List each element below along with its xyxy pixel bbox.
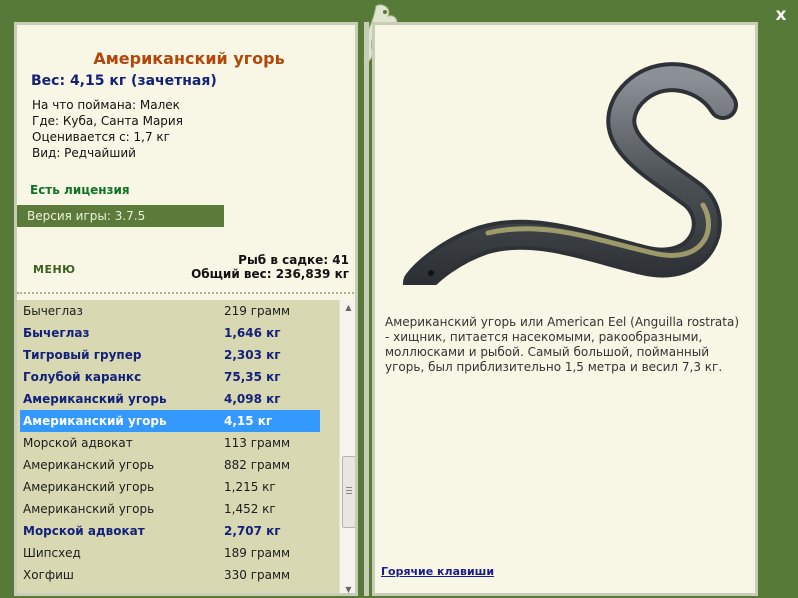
fish-name: Шипсхед (23, 546, 81, 560)
fish-count: Рыб в садке: 41 (238, 253, 349, 267)
list-item[interactable]: Американский угорь 1,452 кг (17, 498, 339, 520)
fish-rated-from: Оценивается с: 1,7 кг (32, 130, 170, 144)
dotted-divider (17, 292, 355, 294)
panel-divider (364, 22, 369, 596)
list-scrollbar[interactable]: ▲ ▼ (339, 300, 355, 593)
list-item[interactable]: Голубой каранкс 75,35 кг (17, 366, 339, 388)
fish-name: Бычеглаз (23, 326, 90, 340)
fish-description-panel: Американский угорь или American Eel (Ang… (372, 22, 758, 596)
fish-weight-value: 75,35 кг (224, 370, 281, 384)
fish-name: Тигровый групер (23, 348, 142, 362)
license-status: Есть лицензия (30, 183, 130, 197)
list-item[interactable]: Тигровый групер 2,303 кг (17, 344, 339, 366)
fish-name: Хогфиш (23, 568, 74, 582)
fish-location: Где: Куба, Санта Мария (32, 114, 183, 128)
fish-weight: Вес: 4,15 кг (зачетная) (31, 73, 217, 89)
hotkeys-link[interactable]: Горячие клавиши (381, 565, 494, 578)
total-weight: Общий вес: 236,839 кг (191, 267, 349, 281)
fish-name: Морской адвокат (23, 524, 145, 538)
catch-list[interactable]: Бычеглаз 219 грамм Бычеглаз 1,646 кг Тигро… (17, 300, 339, 593)
scroll-up-icon[interactable]: ▲ (340, 300, 355, 316)
fish-name: Американский угорь (23, 502, 155, 516)
list-item[interactable]: Бычеглаз 1,646 кг (17, 322, 339, 344)
fish-weight-value: 330 грамм (224, 568, 291, 582)
fish-info-panel: Американский угорь Вес: 4,15 кг (зачетна… (14, 22, 358, 596)
fish-description: Американский угорь или American Eel (Ang… (385, 315, 740, 374)
fish-weight-value: 219 грамм (224, 304, 291, 318)
close-button[interactable]: x (770, 5, 792, 25)
fish-details: На что поймана: Малек Где: Куба, Санта М… (32, 97, 183, 161)
list-item[interactable]: Шипсхед 189 грамм (17, 542, 339, 564)
menu-button[interactable]: МЕНЮ (33, 263, 76, 276)
scrollbar-thumb[interactable] (342, 456, 355, 528)
fish-weight-value: 4,15 кг (224, 414, 273, 428)
list-item[interactable]: Морской адвокат 113 грамм (17, 432, 339, 454)
fish-title: Американский угорь (93, 49, 285, 68)
list-item[interactable]: Американский угорь 4,098 кг (17, 388, 339, 410)
fish-weight-value: 882 грамм (224, 458, 291, 472)
fish-weight-value: 1,215 кг (224, 480, 276, 494)
fish-bait: На что поймана: Малек (32, 98, 180, 112)
list-item[interactable]: Хогфиш 330 грамм (17, 564, 339, 586)
list-item[interactable]: Морской адвокат 2,707 кг (17, 520, 339, 542)
eel-image (403, 62, 738, 285)
list-item[interactable]: Американский угорь 1,215 кг (17, 476, 339, 498)
fish-name: Американский угорь (23, 458, 155, 472)
fish-weight-value: 189 грамм (224, 546, 291, 560)
list-item-selected[interactable]: Американский угорь 4,15 кг (20, 410, 320, 432)
fish-name: Бычеглаз (23, 304, 83, 318)
fish-weight-value: 4,098 кг (224, 392, 281, 406)
fish-name: Голубой каранкс (23, 370, 142, 384)
fish-name: Американский угорь (23, 392, 167, 406)
scroll-down-icon[interactable]: ▼ (340, 582, 355, 593)
list-item[interactable]: Бычеглаз 219 грамм (17, 300, 339, 322)
fish-name: Морской адвокат (23, 436, 133, 450)
fish-weight-value: 2,707 кг (224, 524, 281, 538)
fish-name: Американский угорь (23, 414, 167, 428)
fish-weight-value: 1,646 кг (224, 326, 281, 340)
fish-weight-value: 113 грамм (224, 436, 291, 450)
fish-weight-value: 1,452 кг (224, 502, 276, 516)
fish-kind: Вид: Редчайший (32, 146, 136, 160)
list-item[interactable]: Американский угорь 882 грамм (17, 454, 339, 476)
fish-weight-value: 2,303 кг (224, 348, 281, 362)
fish-name: Американский угорь (23, 480, 155, 494)
catch-stats: Рыб в садке: 41 Общий вес: 236,839 кг (191, 253, 349, 281)
game-version-bar: Версия игры: 3.7.5 (17, 205, 224, 227)
